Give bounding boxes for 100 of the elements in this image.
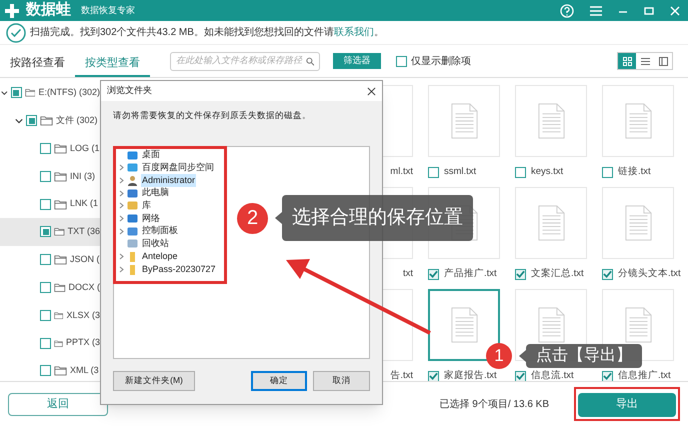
help-icon[interactable] [560, 4, 574, 18]
text-file-icon [624, 307, 652, 343]
grid-view-button[interactable] [618, 53, 636, 69]
app-name: 数据蛙 [26, 0, 71, 20]
plus-logo-icon [4, 2, 20, 18]
close-icon[interactable] [367, 86, 376, 96]
list-view-icon [640, 56, 650, 66]
checkbox[interactable] [10, 87, 22, 98]
tree-item[interactable]: LOG (1 [0, 134, 100, 162]
checkbox[interactable] [428, 268, 439, 280]
folder-item[interactable]: 控制面板 [141, 224, 179, 238]
ok-button[interactable]: 确定 [251, 370, 307, 391]
tree-item[interactable]: INI (3) [0, 162, 100, 190]
detail-view-icon [658, 56, 668, 66]
tree-label: 文件 (302) [56, 114, 98, 127]
deleted-only-label: 仅显示删除项 [411, 54, 471, 68]
tree-label: INI (3) [70, 170, 96, 183]
menu-icon[interactable] [590, 6, 602, 16]
file-name: 文案汇总.txt [531, 266, 584, 281]
search-field[interactable]: 在此处输入文件名称或保存路径 [170, 52, 320, 70]
file-name: 链接.txt [618, 164, 651, 179]
cancel-button[interactable]: 取消 [313, 370, 370, 391]
tree-label: DOCX ( [68, 280, 100, 294]
checkbox[interactable] [40, 254, 51, 266]
tree-item[interactable]: PPTX (3 [0, 329, 100, 357]
checkbox[interactable] [515, 370, 526, 382]
text-file-icon [538, 103, 564, 139]
text-file-icon [624, 205, 652, 241]
folder-item[interactable]: ByPass-20230727 [141, 262, 217, 276]
maximize-icon[interactable] [644, 6, 654, 16]
checkbox[interactable] [40, 310, 51, 321]
step-tooltip: 点击【导出】 [526, 344, 642, 368]
grid-view-icon [622, 56, 632, 66]
chevron-down-icon[interactable] [1, 88, 8, 97]
checkbox[interactable] [40, 226, 51, 238]
folder-item[interactable]: Antelope [141, 250, 179, 264]
file-name: 分镜头文本.txt [618, 266, 681, 281]
text-file-icon [450, 103, 478, 139]
tree-label: PPTX (3 [66, 336, 100, 350]
tree-label: XLSX (3 [66, 308, 100, 322]
user-icon [127, 174, 138, 186]
file-name: 家庭报告.txt [444, 368, 497, 383]
view-tab[interactable]: 按路径查看 [0, 45, 75, 77]
folder-item[interactable]: 网络 [141, 212, 161, 226]
folder-item[interactable]: 回收站 [141, 237, 170, 251]
folder-item[interactable]: 桌面 [141, 148, 161, 162]
selection-summary: 已选择 9个项目/ 13.6 KB [440, 398, 549, 412]
tree-item[interactable]: XML (3 [0, 356, 100, 381]
filter-button[interactable]: 筛选器 [333, 53, 381, 69]
step-badge-tooltip: 1 [486, 343, 512, 369]
contact-link[interactable]: 联系我们 [334, 27, 374, 38]
tree-label: E:(NTFS) (302) [38, 86, 100, 100]
view-tab[interactable]: 按类型查看 [75, 45, 150, 77]
file-name: 信息流.txt [531, 368, 574, 383]
checkbox[interactable] [515, 268, 526, 280]
file-name: keys.txt [531, 164, 564, 179]
checkbox[interactable] [396, 56, 407, 66]
folder-item[interactable]: 百度网盘同步空间 [141, 161, 215, 175]
text-file-icon [538, 307, 564, 343]
checkbox[interactable] [428, 370, 439, 382]
checkbox[interactable] [602, 166, 613, 178]
folder-item[interactable]: 库 [141, 199, 152, 213]
checkbox[interactable] [40, 198, 51, 210]
dialog-title: 浏览文件夹 [107, 84, 153, 98]
checkbox[interactable] [40, 365, 51, 376]
checkbox[interactable] [515, 166, 526, 178]
tree-item[interactable]: 文件 (302) [0, 106, 100, 135]
tree-label: LOG (1 [70, 142, 100, 155]
text-file-icon [450, 307, 478, 343]
checkbox[interactable] [428, 166, 439, 178]
search-icon [306, 56, 314, 66]
tree-item[interactable]: TXT (36 [0, 218, 100, 246]
file-name: 产品推广.txt [444, 266, 497, 281]
dialog-message: 请勿将需要恢复的文件保存到原丢失数据的磁盘。 [113, 109, 312, 122]
app-subtitle: 数据恢复专家 [81, 4, 135, 17]
tree-item[interactable]: XLSX (3 [0, 301, 100, 330]
file-name: ssml.txt [444, 164, 476, 179]
chevron-down-icon[interactable] [15, 116, 23, 125]
scan-status-text: 扫描完成。找到302个文件共43.2 MB。如未能找到您想找回的文件请联系我们。 [30, 26, 384, 40]
checkbox[interactable] [40, 338, 51, 349]
step-tooltip: 选择合理的保存位置 [282, 195, 473, 241]
folder-item[interactable]: 此电脑 [141, 186, 170, 200]
tree-item[interactable]: E:(NTFS) (302) [0, 79, 100, 107]
file-name: ml.txt [390, 164, 413, 179]
tree-item[interactable]: DOCX ( [0, 274, 100, 302]
check-circle-icon [6, 22, 26, 42]
checkbox[interactable] [602, 370, 613, 382]
new-folder-button[interactable]: 新建文件夹(M) [113, 370, 195, 391]
checkbox[interactable] [602, 268, 613, 280]
checkbox[interactable] [40, 282, 51, 293]
export-button[interactable]: 导出 [578, 392, 676, 417]
tree-label: TXT (36 [68, 225, 100, 238]
tree-item[interactable]: JSON ( [0, 246, 100, 274]
checkbox[interactable] [26, 115, 37, 126]
checkbox[interactable] [40, 170, 51, 182]
tree-label: JSON ( [70, 252, 100, 266]
checkbox[interactable] [40, 142, 51, 154]
tree-item[interactable]: LNK (1 [0, 190, 100, 218]
folder-item[interactable]: Administrator [141, 174, 196, 188]
file-name: 告.txt [390, 368, 413, 383]
